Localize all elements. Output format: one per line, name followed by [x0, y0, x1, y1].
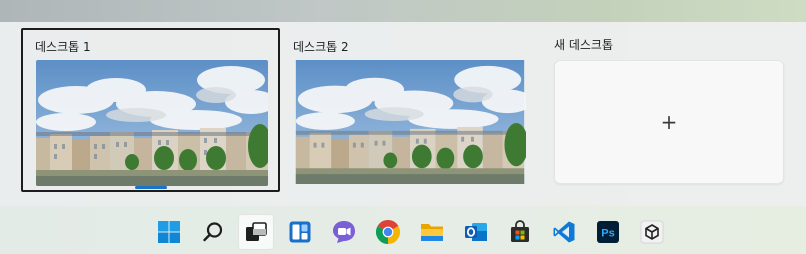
- widgets-icon[interactable]: [282, 214, 318, 250]
- desktop-2-label: 데스크톱 2: [293, 40, 349, 54]
- desktop-1-card[interactable]: 데스크톱 1: [21, 28, 280, 192]
- current-desktop-indicator: [135, 186, 167, 189]
- file-explorer-icon[interactable]: [414, 214, 450, 250]
- wallpaper-strip: [0, 0, 806, 22]
- taskbar: Ps: [0, 206, 806, 254]
- chrome-icon[interactable]: [370, 214, 406, 250]
- new-desktop-button[interactable]: +: [554, 60, 784, 184]
- search-icon[interactable]: [195, 214, 231, 250]
- windows-start-icon[interactable]: [151, 214, 187, 250]
- desktop-1-thumbnail[interactable]: [36, 60, 268, 186]
- new-desktop-card[interactable]: 새 데스크톱 +: [542, 28, 792, 192]
- photoshop-label: Ps: [601, 228, 614, 240]
- new-desktop-label: 새 데스크톱: [554, 38, 614, 52]
- vscode-icon[interactable]: [546, 214, 582, 250]
- teams-chat-icon[interactable]: [326, 214, 362, 250]
- desktop-2-thumbnail[interactable]: [294, 60, 526, 184]
- photoshop-icon[interactable]: Ps: [590, 214, 626, 250]
- microsoft-store-icon[interactable]: [502, 214, 538, 250]
- unity-icon[interactable]: [634, 214, 670, 250]
- desktop-2-card[interactable]: 데스크톱 2: [282, 28, 534, 192]
- task-view-icon[interactable]: [238, 214, 274, 250]
- plus-icon: +: [660, 110, 678, 134]
- desktop-1-label: 데스크톱 1: [35, 40, 91, 54]
- outlook-icon[interactable]: [458, 214, 494, 250]
